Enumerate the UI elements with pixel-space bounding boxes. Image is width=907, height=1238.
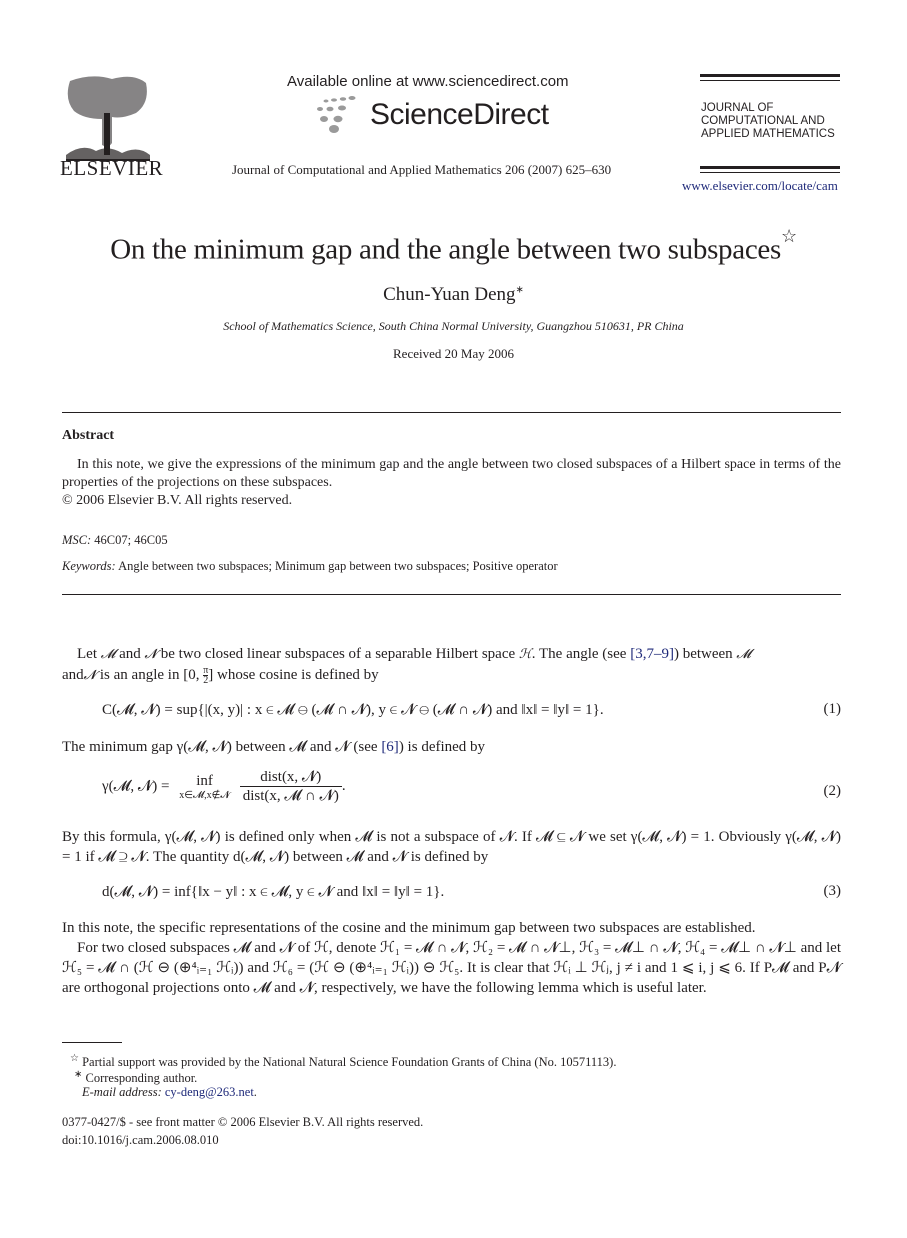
journal-name: JOURNAL OF COMPUTATIONAL AND APPLIED MAT…	[701, 102, 835, 141]
journal-url-link[interactable]: www.elsevier.com/locate/cam	[682, 178, 838, 194]
footnote-funding: ☆ Partial support was provided by the Na…	[70, 1053, 616, 1070]
divider	[62, 594, 841, 595]
text-span: Let	[77, 646, 101, 662]
keywords: Keywords: Angle between two subspaces; M…	[62, 559, 558, 574]
keywords-label: Keywords:	[62, 559, 116, 573]
footnote-email: E-mail address: cy-deng@263.net.	[82, 1085, 257, 1099]
sciencedirect-wordmark: ScienceDirect	[370, 98, 549, 131]
msc-label: MSC:	[62, 533, 92, 547]
front-matter: 0377-0427/$ - see front matter © 2006 El…	[62, 1115, 424, 1129]
citation-link[interactable]: [3,7–9]	[630, 646, 674, 662]
keywords-value: Angle between two subspaces; Minimum gap…	[118, 559, 558, 573]
text-span: 𝓜	[736, 647, 751, 662]
equation-number: (1)	[823, 701, 842, 717]
abstract-heading: Abstract	[62, 428, 115, 443]
msc-codes: MSC: 46C07; 46C05	[62, 533, 168, 548]
text-span: and	[115, 646, 145, 662]
footnote-corresponding: ∗ Corresponding author.	[74, 1069, 197, 1086]
equation-number: (3)	[823, 883, 842, 899]
abstract-copyright: © 2006 Elsevier B.V. All rights reserved…	[62, 493, 293, 508]
equation-3: d(𝓜, 𝓝) = inf{‖x − y‖ : x ∈ 𝓜, y ∈ 𝓝 and…	[102, 884, 445, 900]
paragraph-gap: The minimum gap γ(𝓜, 𝓝) between 𝓜 and 𝓝 …	[62, 737, 841, 757]
doi[interactable]: doi:10.1016/j.cam.2006.08.010	[62, 1133, 219, 1148]
text-span: The minimum gap γ(𝓜, 𝓝) between 𝓜 and 𝓝 …	[62, 739, 382, 755]
footnote-rule	[62, 1042, 122, 1043]
text-span: γ(𝓜, 𝓝) =	[102, 778, 170, 795]
equation-number: (2)	[823, 783, 842, 799]
text-span: is an angle in [0,	[96, 667, 204, 683]
journal-rule-top-thin	[700, 80, 840, 81]
journal-rule-bottom	[700, 166, 840, 169]
paragraph-definition: By this formula, γ(𝓜, 𝓝) is defined only…	[62, 829, 841, 865]
journal-citation: Journal of Computational and Applied Mat…	[232, 162, 612, 177]
journal-rule-top	[700, 74, 840, 77]
affiliation: School of Mathematics Science, South Chi…	[223, 319, 684, 333]
journal-name-line: APPLIED MATHEMATICS	[701, 128, 835, 140]
sciencedirect-dots-icon	[317, 96, 356, 133]
text-span: 𝓝	[144, 647, 157, 662]
text-span: 𝓝	[83, 668, 97, 683]
journal-name-line: COMPUTATIONAL AND	[701, 115, 825, 127]
citation-link[interactable]: [6]	[381, 739, 399, 755]
text-span: inf	[196, 772, 213, 789]
elsevier-wordmark: ELSEVIER	[60, 156, 164, 180]
paragraph-decomposition: For two closed subspaces 𝓜 and 𝓝 of ℋ, d…	[62, 940, 842, 996]
text-span: . The angle (see	[531, 646, 631, 662]
text-span: 𝓜	[100, 647, 116, 662]
text-span: ) is defined by	[398, 739, 486, 755]
text-span: ℋ	[518, 647, 532, 662]
title-footnote-mark[interactable]: ☆	[781, 226, 797, 246]
text-span: and	[62, 667, 84, 683]
text-span: x∈𝓜,x∉𝓝	[179, 789, 230, 801]
msc-value: 46C07; 46C05	[94, 533, 168, 547]
divider	[62, 412, 841, 413]
received-date: Received 20 May 2006	[393, 346, 514, 361]
text-span: Corresponding author.	[85, 1071, 198, 1086]
available-online-text[interactable]: Available online at www.sciencedirect.co…	[287, 73, 569, 90]
text-span: E-mail address:	[82, 1085, 162, 1099]
author-footnote-mark[interactable]: ∗	[516, 285, 524, 296]
text-span: Partial support was provided by the Nati…	[82, 1055, 617, 1070]
journal-name-line: JOURNAL OF	[701, 102, 774, 114]
author: Chun-Yuan Deng∗	[0, 284, 907, 306]
email-link[interactable]: cy-deng@263.net	[165, 1085, 254, 1099]
text-span: ) between	[673, 646, 737, 662]
equation-2: γ(𝓜, 𝓝) = inf x∈𝓜,x∉𝓝 dist(x, 𝓝) dist(x, 𝓜…	[102, 768, 346, 804]
text-span: ] whose cosine is defined by	[208, 667, 379, 683]
abstract-text: In this note, we give the expressions of…	[62, 457, 841, 490]
paragraph-intro: Let 𝓜 and 𝓝 be two closed linear subspac…	[62, 644, 841, 686]
equation-1: C(𝓜, 𝓝) = sup{|(x, y)| : x ∈ 𝓜 ⊖ (𝓜 ∩ 𝓝)…	[102, 702, 604, 718]
text-span: be two closed linear subspaces of a sepa…	[156, 646, 519, 662]
paper-title: On the minimum gap and the angle between…	[0, 226, 907, 267]
text-span: dist(x, 𝓝)	[239, 768, 342, 787]
text-span: ∗	[74, 1069, 83, 1080]
text-span: dist(x, 𝓜 ∩ 𝓝)	[242, 788, 339, 804]
paragraph-note: In this note, the specific representatio…	[62, 920, 756, 936]
journal-rule-bottom-thin	[700, 172, 840, 173]
title-text: On the minimum gap and the angle between…	[110, 233, 781, 266]
text-span: ☆	[70, 1053, 79, 1064]
author-name: Chun-Yuan Deng	[383, 284, 516, 305]
